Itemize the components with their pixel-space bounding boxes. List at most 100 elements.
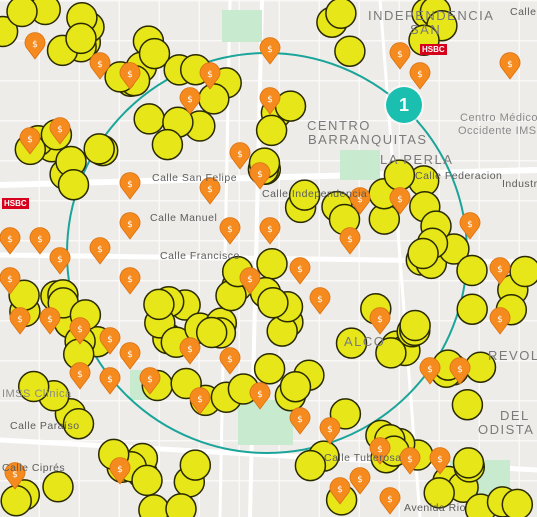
location-marker[interactable] [198, 83, 230, 115]
location-marker[interactable] [255, 114, 288, 147]
money-icon: $ [97, 60, 103, 70]
money-icon: $ [397, 195, 403, 205]
district-label: ALCO [344, 334, 386, 349]
district-label: INDEPENDENCIA [368, 8, 495, 23]
street-label: Calle Francisco [160, 250, 240, 262]
location-marker[interactable] [501, 488, 534, 517]
location-marker[interactable] [138, 494, 170, 517]
location-marker[interactable] [452, 447, 485, 479]
money-icon: $ [47, 315, 53, 325]
location-marker[interactable] [133, 103, 165, 135]
district-label: SAN [410, 22, 442, 37]
money-icon: $ [397, 50, 403, 60]
street-label: Calle Tuberosa [324, 452, 402, 464]
location-marker[interactable] [257, 287, 289, 319]
money-icon: $ [227, 355, 233, 365]
location-marker[interactable] [42, 471, 74, 503]
money-icon: $ [17, 315, 23, 325]
money-icon: $ [497, 265, 503, 275]
location-marker[interactable] [256, 248, 288, 280]
location-marker[interactable] [179, 449, 212, 481]
street-label: Calle San Felipe [152, 172, 238, 184]
location-marker[interactable] [0, 485, 32, 517]
location-marker[interactable] [165, 493, 197, 517]
cluster-marker[interactable]: 1 [386, 87, 422, 123]
location-marker[interactable] [509, 255, 537, 288]
location-marker[interactable] [456, 254, 488, 287]
hsbc-logo: HSBC [420, 44, 447, 55]
location-marker[interactable] [57, 168, 90, 201]
money-icon: $ [117, 465, 123, 475]
poi-label: Centro Médico [460, 112, 537, 124]
money-icon: $ [57, 255, 63, 265]
poi-label: IMSS Clínica [2, 388, 72, 400]
money-icon: $ [127, 70, 133, 80]
park-area [340, 150, 380, 180]
money-icon: $ [297, 265, 303, 275]
map-canvas[interactable]: $ $ $ $ $ $ $ $ $ $ $ $ $ $ $ $ $ $ $ $ $ $ $ $ $ $ $ $ $ $ $ $ $ $ $ $ $ $ $ $… [0, 0, 537, 517]
location-marker[interactable] [143, 288, 175, 321]
money-icon: $ [407, 455, 413, 465]
location-marker[interactable] [253, 353, 286, 385]
money-icon: $ [417, 70, 423, 80]
money-icon: $ [227, 225, 233, 235]
location-marker[interactable] [279, 370, 312, 403]
location-marker[interactable] [151, 128, 184, 161]
money-icon: $ [267, 45, 273, 55]
money-icon: $ [467, 220, 473, 230]
location-marker[interactable] [325, 0, 357, 30]
money-icon: $ [317, 295, 323, 305]
money-icon: $ [147, 375, 153, 385]
location-marker[interactable] [456, 293, 488, 325]
money-icon: $ [77, 325, 83, 335]
street-label: Calle Manuel [150, 212, 218, 224]
money-icon: $ [187, 345, 193, 355]
money-icon: $ [57, 125, 63, 135]
money-icon: $ [497, 315, 503, 325]
location-marker[interactable] [65, 22, 97, 55]
location-marker[interactable] [407, 237, 439, 270]
location-marker[interactable] [334, 35, 366, 67]
street-label: Industria [502, 178, 537, 190]
district-label: DEL [500, 408, 530, 423]
district-label: REVOLU [488, 348, 537, 363]
location-marker[interactable] [195, 316, 228, 349]
money-icon: $ [337, 485, 343, 495]
street-label: Calle Paraíso [10, 420, 80, 432]
money-icon: $ [247, 275, 253, 285]
poi-label: Occidente IMSS [458, 125, 537, 137]
money-icon: $ [457, 365, 463, 375]
street-label: Avenida Rio [404, 502, 466, 514]
money-icon: $ [127, 220, 133, 230]
district-label: LA PERLA [380, 152, 454, 167]
money-icon: $ [427, 365, 433, 375]
location-marker[interactable] [451, 388, 484, 421]
money-icon: $ [297, 415, 303, 425]
money-icon: $ [7, 235, 13, 245]
park-area [222, 10, 262, 42]
map-view[interactable]: $ $ $ $ $ $ $ $ $ $ $ $ $ $ $ $ $ $ $ $ $ $ $ $ $ $ $ $ $ $ $ $ $ $ $ $ $ $ $ $… [0, 0, 537, 517]
money-icon: $ [377, 315, 383, 325]
money-icon: $ [257, 390, 263, 400]
location-marker[interactable] [399, 309, 431, 342]
money-icon: $ [387, 495, 393, 505]
district-label: CENTRO [307, 118, 371, 133]
money-icon: $ [257, 170, 263, 180]
money-icon: $ [107, 375, 113, 385]
money-icon: $ [207, 185, 213, 195]
money-icon: $ [437, 455, 443, 465]
street-label: Calle Federacion [415, 170, 503, 182]
location-marker[interactable] [6, 0, 38, 28]
money-icon: $ [357, 475, 363, 485]
money-icon: $ [207, 70, 213, 80]
location-marker[interactable] [131, 464, 163, 497]
money-icon: $ [347, 235, 353, 245]
location-marker[interactable] [83, 133, 115, 165]
location-marker[interactable] [294, 449, 327, 482]
money-icon: $ [7, 275, 13, 285]
district-label: ODISTA [478, 422, 535, 437]
money-icon: $ [127, 350, 133, 360]
money-icon: $ [127, 275, 133, 285]
money-icon: $ [197, 395, 203, 405]
street-label: Calle Ciprés [2, 462, 66, 474]
